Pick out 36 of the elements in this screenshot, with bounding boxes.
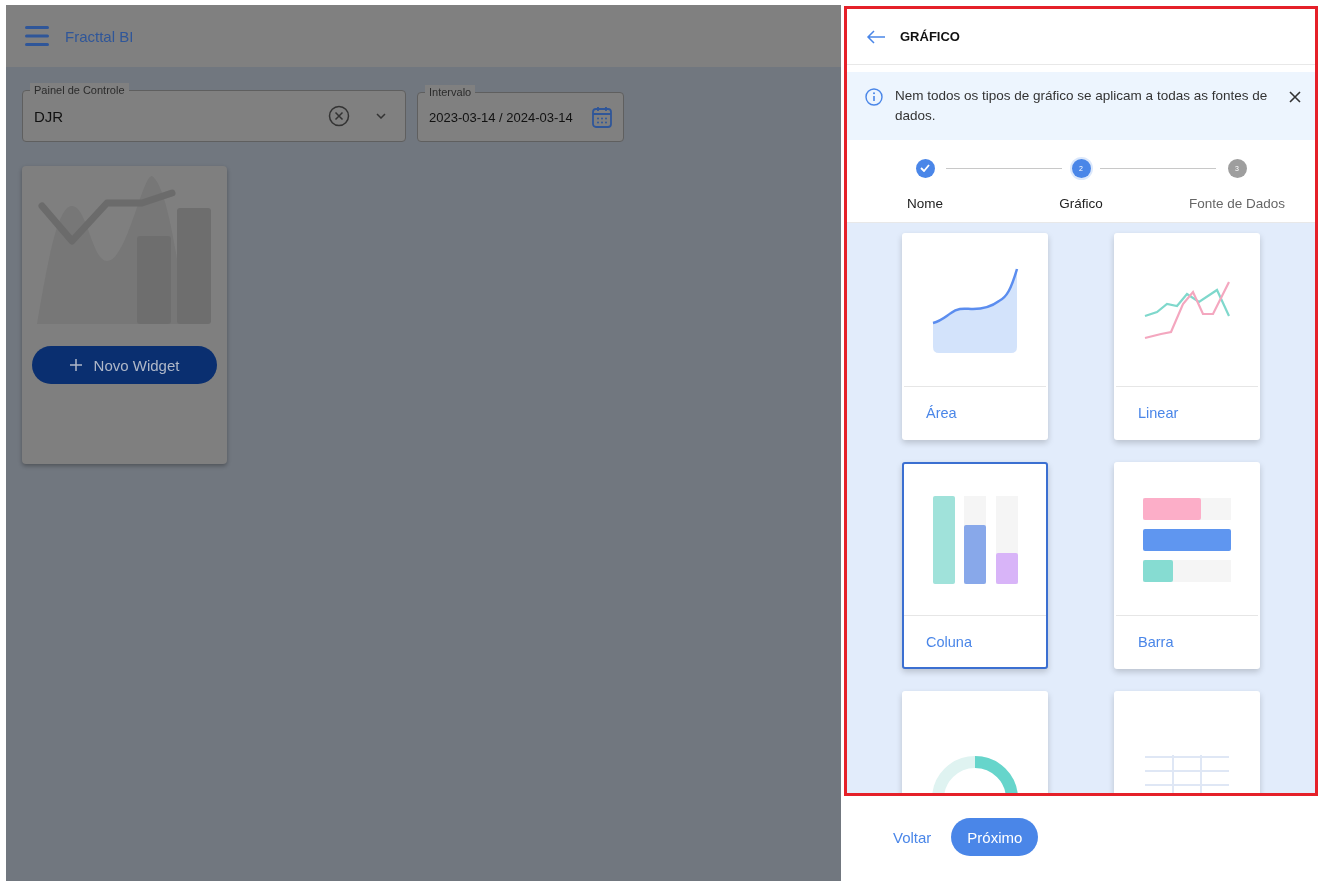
chart-type-card[interactable]: Área <box>902 233 1048 440</box>
field-value: 2023-03-14 / 2024-03-14 <box>429 109 574 125</box>
menu-icon[interactable] <box>25 26 49 46</box>
chart-type-label: Área <box>925 404 958 423</box>
column-chart-icon <box>931 495 1019 584</box>
next-button[interactable]: Próximo <box>951 818 1039 856</box>
dropdown-field[interactable]: Painel de Controle DJR <box>22 82 406 142</box>
chart-type-card[interactable]: Linear <box>1114 233 1260 440</box>
dropdown-field[interactable]: Intervalo 2023-03-14 / 2024-03-14 <box>417 84 624 142</box>
field-label: Intervalo <box>425 85 476 99</box>
chart-type-label: Barra <box>1137 633 1175 652</box>
panel-title: GRÁFICO <box>900 29 960 44</box>
alert-message: Nem todos os tipos de gráfico se aplicam a todas as fontes de dados. <box>895 87 1269 125</box>
field-value: DJR <box>34 107 65 125</box>
step-label: Fonte de Dados <box>1188 196 1286 211</box>
chart-type-card[interactable]: Coluna <box>902 462 1048 669</box>
app-title: Fracttal BI <box>65 27 134 45</box>
caret-icon[interactable] <box>376 113 386 119</box>
field-label: Painel de Controle <box>30 83 129 97</box>
calendar-icon[interactable] <box>592 106 612 128</box>
back-link[interactable]: Voltar <box>893 828 932 846</box>
back-arrow-icon[interactable] <box>866 29 886 44</box>
info-icon <box>865 88 883 106</box>
plus-icon <box>69 359 82 371</box>
chart-type-card[interactable]: Barra <box>1114 462 1260 669</box>
step-label: Nome <box>907 196 943 211</box>
area-chart-icon <box>931 266 1019 355</box>
chart-type-label: Linear <box>1137 404 1180 423</box>
bar-chart-icon <box>1143 495 1231 584</box>
chart-type-label: Coluna <box>925 633 973 652</box>
check-icon <box>920 164 930 172</box>
new-widget-button[interactable]: Novo Widget <box>32 346 217 384</box>
line-chart-icon <box>1143 279 1231 342</box>
clear-icon[interactable] <box>328 105 350 127</box>
close-icon[interactable] <box>1289 91 1301 103</box>
step-label: Gráfico <box>1059 196 1103 211</box>
